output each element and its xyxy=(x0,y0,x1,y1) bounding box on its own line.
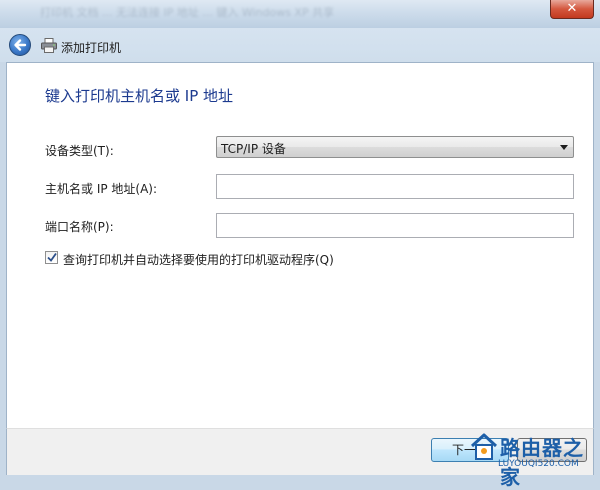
watermark-url: LUYOUQI520.COM xyxy=(498,459,579,469)
port-name-label: 端口名称(P): xyxy=(45,220,114,234)
wizard-content-panel: 键入打印机主机名或 IP 地址 设备类型(T): TCP/IP 设备 主机名或 … xyxy=(6,62,594,428)
printer-icon xyxy=(41,38,57,53)
device-type-select[interactable]: TCP/IP 设备 xyxy=(216,136,574,158)
close-icon: ✕ xyxy=(566,1,578,16)
wizard-nav-bar: 添加打印机 xyxy=(0,28,600,62)
hostname-input[interactable] xyxy=(216,174,574,199)
hostname-label: 主机名或 IP 地址(A): xyxy=(45,182,158,196)
house-logo-icon xyxy=(470,433,498,460)
back-button[interactable] xyxy=(9,34,31,56)
checkmark-icon xyxy=(47,252,57,262)
background-window-title: 打印机 文档 ... 无法连接 IP 地址 ... 键入 Windows XP … xyxy=(40,6,335,19)
page-heading: 键入打印机主机名或 IP 地址 xyxy=(45,87,234,105)
site-watermark: 路由器之家 LUYOUQI520.COM xyxy=(470,430,598,489)
port-name-input[interactable] xyxy=(216,213,574,238)
window-title-bar: 打印机 文档 ... 无法连接 IP 地址 ... 键入 Windows XP … xyxy=(0,0,600,28)
query-printer-label: 查询打印机并自动选择要使用的打印机驱动程序(Q) xyxy=(63,253,334,267)
device-type-value: TCP/IP 设备 xyxy=(221,142,286,156)
close-button[interactable]: ✕ xyxy=(550,0,594,19)
wizard-title: 添加打印机 xyxy=(61,41,122,55)
chevron-down-icon xyxy=(560,145,568,150)
query-printer-checkbox[interactable] xyxy=(45,251,58,264)
device-type-label: 设备类型(T): xyxy=(45,144,114,158)
back-arrow-icon xyxy=(14,39,27,51)
